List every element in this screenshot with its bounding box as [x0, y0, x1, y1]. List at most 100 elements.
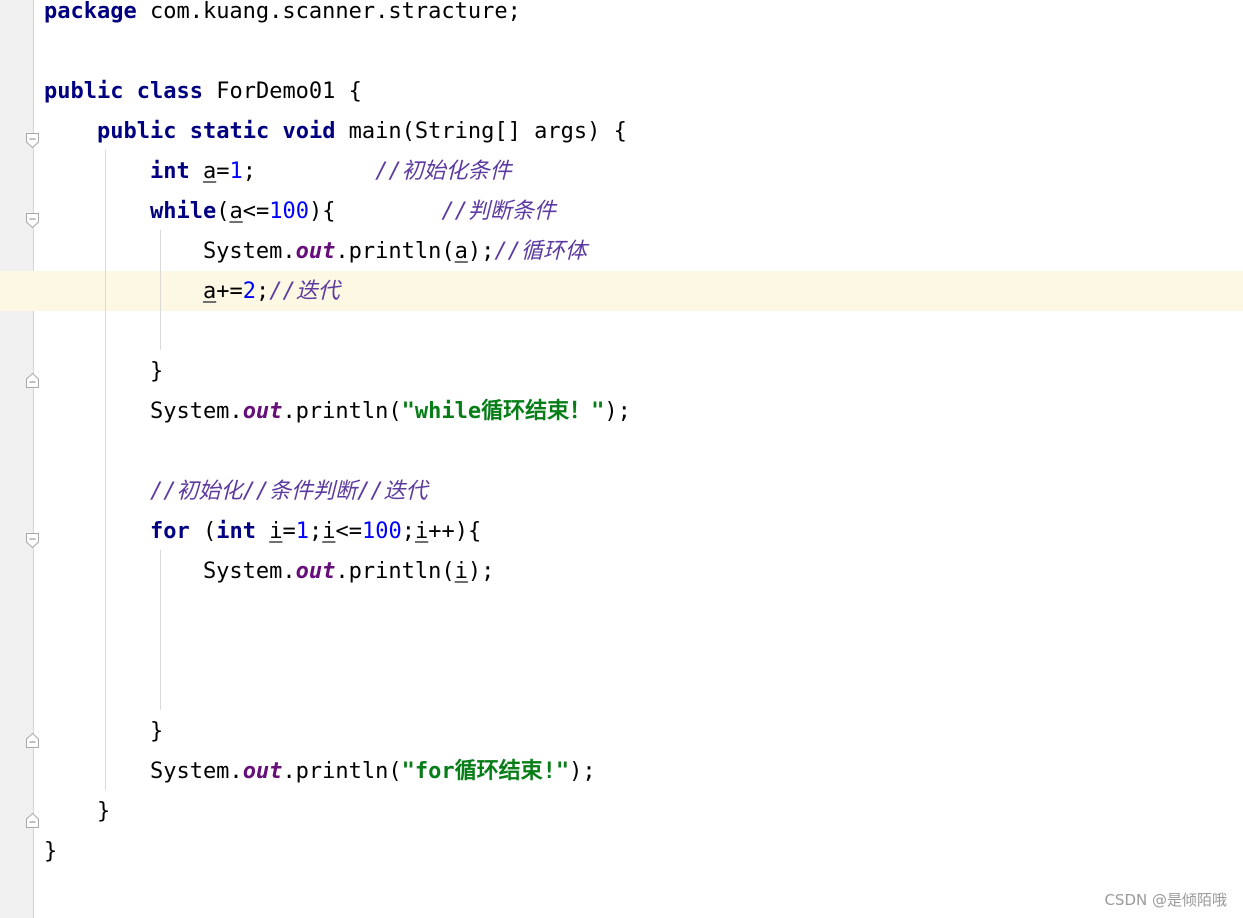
fold-close-icon[interactable] — [25, 732, 40, 749]
code-token-kw: for — [149, 519, 190, 544]
code-token-kw: void — [282, 119, 336, 144]
watermark: CSDN @是倾陌哦 — [1104, 891, 1227, 909]
code-token-str: "for循环结束!" — [401, 759, 570, 784]
code-token-kw: int — [216, 519, 256, 544]
code-line[interactable]: } — [44, 800, 110, 840]
code-token-kw: int — [149, 159, 190, 184]
fold-open-icon[interactable] — [25, 132, 40, 149]
code-token-plain: System. — [44, 759, 243, 784]
code-token-plain: ; — [308, 519, 323, 544]
fold-close-icon[interactable] — [25, 372, 40, 389]
code-line[interactable]: } — [44, 360, 163, 400]
code-line[interactable]: } — [44, 720, 163, 760]
code-token-var: i — [414, 519, 429, 544]
code-token-num: 100 — [361, 519, 402, 544]
code-token-field: out — [242, 399, 283, 424]
code-token-kw: public — [96, 119, 177, 144]
code-token-plain: com.kuang.scanner.stracture; — [136, 0, 521, 24]
code-token-kw: static — [189, 119, 270, 144]
code-token-plain: } — [44, 719, 164, 744]
code-line[interactable]: int a=1; //初始化条件 — [44, 160, 512, 200]
code-token-comment: //判断条件 — [441, 199, 556, 224]
code-token-plain: = — [282, 519, 296, 544]
code-token-plain: .println( — [282, 759, 402, 784]
code-token-plain: System. — [44, 399, 243, 424]
code-token-str: "while循环结束！" — [401, 399, 605, 424]
fold-open-icon[interactable] — [25, 212, 40, 229]
code-token-plain: ; — [255, 279, 270, 304]
indent-guide — [105, 150, 106, 790]
code-token-plain: } — [44, 359, 164, 384]
code-line[interactable]: public class ForDemo01 { — [44, 80, 362, 120]
code-line[interactable]: //初始化//条件判断//迭代 — [44, 480, 427, 520]
code-token-plain: main(String[] args) { — [335, 119, 627, 144]
code-token-field: out — [295, 239, 336, 264]
code-token-comment: //初始化条件 — [375, 159, 512, 184]
code-token-var: a — [454, 239, 468, 264]
code-line[interactable]: System.out.println(a);//循环体 — [44, 240, 587, 280]
code-token-num: 100 — [269, 199, 309, 224]
code-line[interactable]: } — [44, 840, 57, 880]
code-line[interactable]: System.out.println("for循环结束!"); — [44, 760, 596, 800]
code-token-kw: while — [149, 199, 217, 224]
code-token-plain: System. — [44, 559, 296, 584]
code-token-field: out — [295, 559, 336, 584]
code-token-num: 2 — [242, 279, 256, 304]
code-token-num: 1 — [295, 519, 309, 544]
indent-guide — [160, 230, 161, 350]
code-token-plain: ); — [467, 559, 495, 584]
code-token-field: out — [242, 759, 283, 784]
code-token-plain: .println( — [335, 239, 455, 264]
code-token-plain: ); — [467, 239, 495, 264]
code-token-var: i — [454, 559, 468, 584]
code-token-kw: package — [44, 0, 137, 24]
indent-guide — [160, 550, 161, 710]
code-token-plain: += — [216, 279, 243, 304]
code-token-plain: } — [44, 799, 111, 824]
code-line[interactable]: while(a<=100){ //判断条件 — [44, 200, 556, 240]
fold-open-icon[interactable] — [25, 532, 40, 549]
code-token-kw: public — [44, 79, 124, 104]
code-token-plain: ; — [242, 159, 376, 184]
code-editor[interactable]: package com.kuang.scanner.stracture; publ… — [0, 0, 1243, 918]
code-token-var: i — [322, 519, 336, 544]
code-token-kw: class — [136, 79, 203, 104]
code-token-comment: //迭代 — [269, 279, 340, 304]
code-token-plain: <= — [335, 519, 362, 544]
code-token-num: 1 — [229, 159, 243, 184]
code-token-plain: ); — [569, 759, 596, 784]
code-line[interactable]: public static void main(String[] args) { — [44, 120, 627, 160]
code-token-plain: ){ — [308, 199, 442, 224]
code-token-plain: System. — [44, 239, 296, 264]
code-line[interactable]: package com.kuang.scanner.stracture; — [44, 0, 521, 40]
code-token-plain: ; — [401, 519, 415, 544]
code-line[interactable]: for (int i=1;i<=100;i++){ — [44, 520, 481, 560]
code-token-comment: //初始化//条件判断//迭代 — [149, 479, 428, 504]
code-token-plain: } — [44, 839, 58, 864]
code-token-plain: .println( — [335, 559, 455, 584]
code-line[interactable]: System.out.println(i); — [44, 560, 494, 600]
code-line[interactable]: a+=2;//迭代 — [44, 280, 340, 320]
code-line[interactable]: System.out.println("while循环结束！"); — [44, 400, 631, 440]
code-token-comment: //循环体 — [494, 239, 587, 264]
code-token-plain: ForDemo01 { — [202, 79, 362, 104]
code-token-plain: <= — [242, 199, 270, 224]
code-token-var: a — [229, 199, 243, 224]
code-token-plain: ( — [189, 519, 217, 544]
code-token-plain: ( — [216, 199, 230, 224]
code-token-var: i — [269, 519, 283, 544]
code-token-var: a — [202, 159, 217, 184]
code-token-plain: = — [216, 159, 230, 184]
code-token-plain: ); — [604, 399, 631, 424]
fold-close-icon[interactable] — [25, 812, 40, 829]
